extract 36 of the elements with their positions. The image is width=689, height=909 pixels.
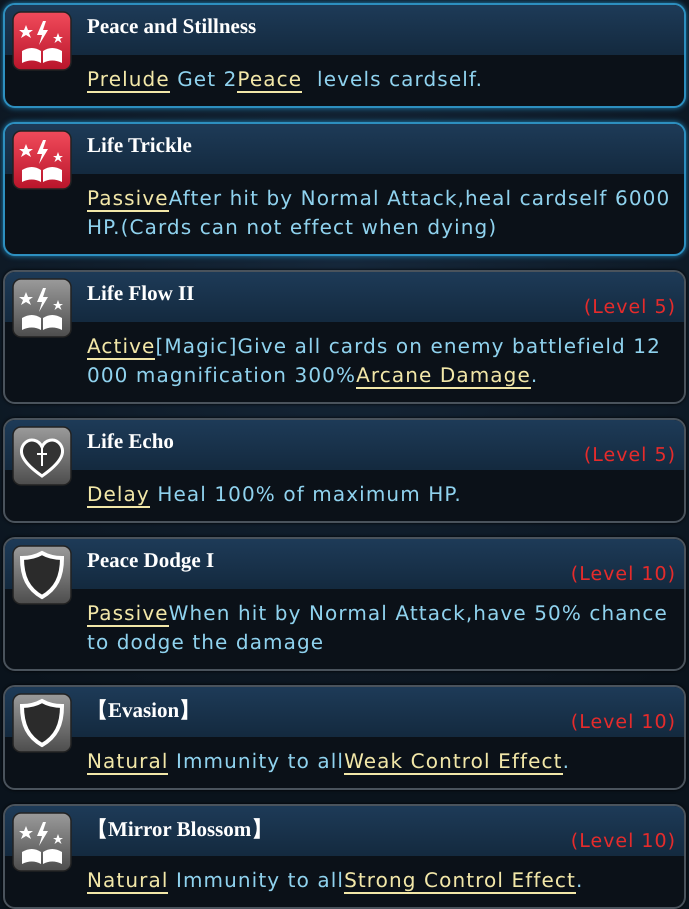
skill-name: Life Echo <box>87 428 175 454</box>
skill-description: PassiveWhen hit by Normal Attack,have 50% chance to dodge the damage <box>87 600 669 656</box>
skill-description: Delay Heal 100% of maximum HP. <box>87 481 463 509</box>
keyword-link[interactable]: Peace <box>237 67 302 93</box>
skill-level: (Level 10) <box>570 830 677 854</box>
shield-icon <box>12 693 72 753</box>
skill-level: (Level 10) <box>570 711 677 735</box>
keyword-link[interactable]: Passive <box>87 186 169 212</box>
book-icon <box>12 130 72 190</box>
skill-level: (Level 5) <box>584 444 677 468</box>
keyword-link[interactable]: Weak Control Effect <box>344 749 563 775</box>
skill-name: 【Mirror Blossom】 <box>87 816 274 843</box>
skill-description: Active[Magic]Give all cards on enemy battlefield 12000 magnification 300%Arcane Damage. <box>87 333 662 390</box>
book-icon <box>12 278 72 338</box>
skill-description: Natural Immunity to allWeak Control Effect. <box>87 748 572 776</box>
skill-description: PassiveAfter hit by Normal Attack,heal cardself 6000 HP.(Cards can not effect when dying) <box>87 185 672 241</box>
skill-name: Life Trickle <box>87 132 193 158</box>
skill-description: Natural Immunity to all Strong Control Effect. <box>87 867 584 895</box>
skill-level: (Level 5) <box>584 296 677 320</box>
keyword-link[interactable]: Passive <box>87 601 169 627</box>
skill-name: Life Flow II <box>87 280 196 306</box>
keyword-link[interactable]: Arcane Damage <box>356 363 531 389</box>
book-icon <box>12 11 72 71</box>
keyword-link[interactable]: Strong Control Effect <box>344 868 576 894</box>
skill-name: Peace Dodge I <box>87 547 216 573</box>
book-icon <box>12 812 72 872</box>
skill-name: Peace and Stillness <box>87 13 258 39</box>
keyword-link[interactable]: Delay <box>87 482 150 508</box>
keyword-link[interactable]: Natural <box>87 749 168 775</box>
skill-description: Prelude Get 2 Peace levels cardself. <box>87 66 484 94</box>
shield-icon <box>12 545 72 605</box>
keyword-link[interactable]: Natural <box>87 868 168 894</box>
skill-level: (Level 10) <box>570 563 677 587</box>
keyword-link[interactable]: Active <box>87 334 156 360</box>
keyword-link[interactable]: Prelude <box>87 67 170 93</box>
skill-name: 【Evasion】 <box>87 697 202 724</box>
